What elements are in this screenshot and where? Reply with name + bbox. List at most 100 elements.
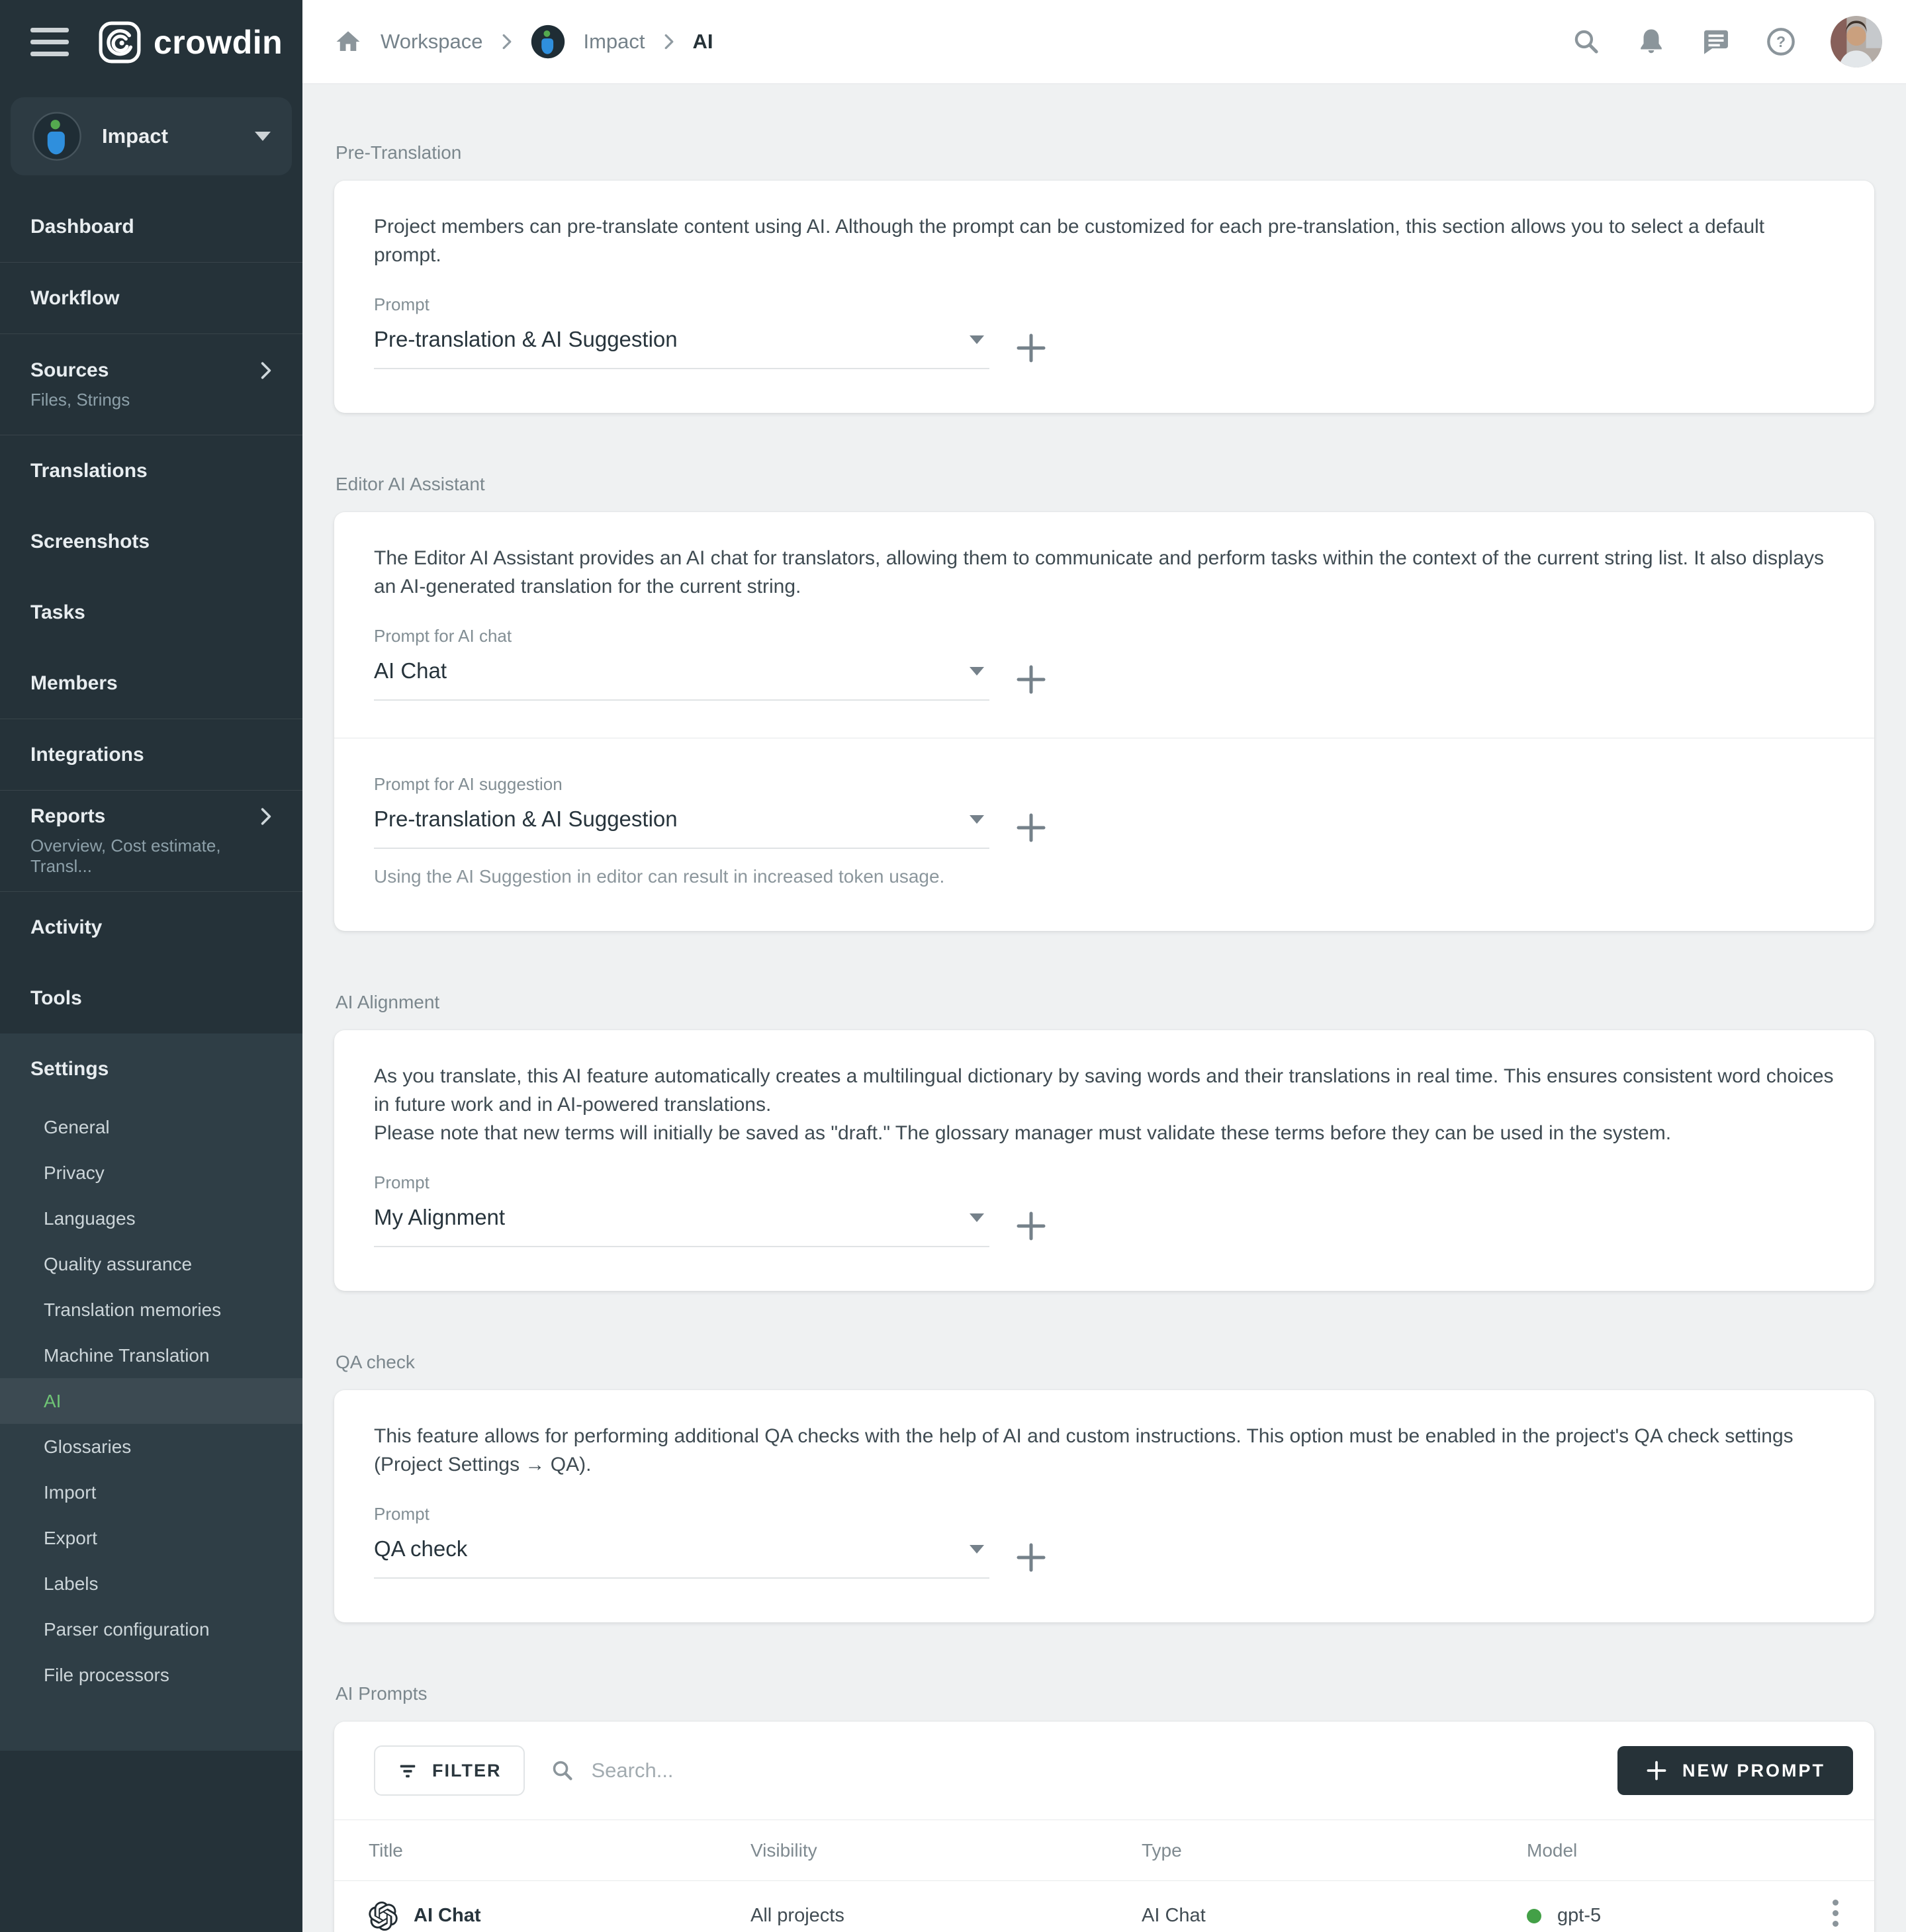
- qa-check-prompt-select[interactable]: QA check: [374, 1536, 989, 1579]
- sidebar-item-translations[interactable]: Translations: [0, 435, 302, 506]
- menu-icon[interactable]: [30, 21, 69, 64]
- svg-text:?: ?: [1776, 33, 1786, 50]
- sidebar-settings-item-export[interactable]: Export: [0, 1515, 302, 1561]
- search-icon: [550, 1758, 575, 1783]
- sidebar-item-screenshots[interactable]: Screenshots: [0, 506, 302, 577]
- breadcrumb-project[interactable]: Impact: [584, 30, 645, 54]
- ai-suggestion-prompt-select[interactable]: Pre-translation & AI Suggestion: [374, 807, 989, 849]
- sidebar-settings-item-translation-memories[interactable]: Translation memories: [0, 1287, 302, 1333]
- add-prompt-button[interactable]: [1016, 1211, 1046, 1241]
- section-title: Editor AI Assistant: [336, 474, 1874, 495]
- qa-check-card: This feature allows for performing addit…: [334, 1390, 1874, 1622]
- sidebar: crowdin Impact Dashboard Workflow Source…: [0, 0, 302, 1932]
- sidebar-item-integrations[interactable]: Integrations: [0, 719, 302, 790]
- add-prompt-button[interactable]: [1016, 664, 1046, 695]
- section-title: AI Alignment: [336, 992, 1874, 1013]
- notifications-icon[interactable]: [1636, 26, 1666, 57]
- add-prompt-button[interactable]: [1016, 1542, 1046, 1573]
- section-pre-translation: Pre-Translation Project members can pre-…: [334, 142, 1874, 413]
- chevron-down-icon: [970, 667, 984, 676]
- openai-icon: [369, 1902, 398, 1931]
- sidebar-item-sources[interactable]: Sources Files, Strings: [0, 334, 302, 435]
- section-title: AI Prompts: [336, 1683, 1874, 1704]
- sidebar-settings-item-languages[interactable]: Languages: [0, 1196, 302, 1241]
- section-description: As you translate, this AI feature automa…: [374, 1062, 1835, 1119]
- chevron-right-icon: [664, 33, 674, 50]
- sidebar-item-tasks[interactable]: Tasks: [0, 577, 302, 648]
- field-label: Prompt: [374, 1172, 1835, 1193]
- add-prompt-button[interactable]: [1016, 333, 1046, 363]
- breadcrumb-workspace[interactable]: Workspace: [381, 30, 483, 54]
- ai-alignment-card: As you translate, this AI feature automa…: [334, 1030, 1874, 1291]
- sidebar-settings-item-privacy[interactable]: Privacy: [0, 1150, 302, 1196]
- sidebar-item-reports[interactable]: Reports Overview, Cost estimate, Transl.…: [0, 791, 302, 891]
- sidebar-settings-item-general[interactable]: General: [0, 1104, 302, 1150]
- section-description: The Editor AI Assistant provides an AI c…: [374, 544, 1835, 601]
- breadcrumb: Workspace Impact AI: [334, 24, 1571, 59]
- chevron-down-icon: [255, 132, 271, 141]
- column-header: Title: [334, 1820, 750, 1881]
- table-header-row: TitleVisibilityTypeModel: [334, 1820, 1874, 1881]
- sidebar-settings-item-glossaries[interactable]: Glossaries: [0, 1424, 302, 1470]
- pre-translation-card: Project members can pre-translate conten…: [334, 181, 1874, 413]
- sidebar-settings-item-ai[interactable]: AI: [0, 1378, 302, 1424]
- sidebar-settings-item-quality-assurance[interactable]: Quality assurance: [0, 1241, 302, 1287]
- section-title: Pre-Translation: [336, 142, 1874, 163]
- column-header: Visibility: [750, 1820, 1142, 1881]
- filter-button[interactable]: FILTER: [374, 1745, 525, 1796]
- add-prompt-button[interactable]: [1016, 812, 1046, 843]
- column-header: Model: [1527, 1820, 1808, 1881]
- search-icon[interactable]: [1571, 26, 1602, 57]
- field-label: Prompt: [374, 1504, 1835, 1524]
- kebab-menu-icon[interactable]: [1817, 1888, 1854, 1932]
- sidebar-item-settings[interactable]: Settings: [0, 1033, 302, 1104]
- section-editor-ai-assistant: Editor AI Assistant The Editor AI Assist…: [334, 474, 1874, 931]
- section-ai-prompts: AI Prompts FILTER: [334, 1683, 1874, 1932]
- new-prompt-button[interactable]: NEW PROMPT: [1617, 1746, 1853, 1795]
- breadcrumb-page: AI: [693, 30, 713, 54]
- pre-translation-prompt-select[interactable]: Pre-translation & AI Suggestion: [374, 327, 989, 369]
- user-avatar[interactable]: [1831, 16, 1882, 67]
- section-qa-check: QA check This feature allows for perform…: [334, 1352, 1874, 1622]
- sidebar-settings-item-import[interactable]: Import: [0, 1470, 302, 1515]
- help-icon[interactable]: ?: [1766, 26, 1796, 57]
- sidebar-item-activity[interactable]: Activity: [0, 892, 302, 963]
- model-status-dot: [1527, 1909, 1541, 1923]
- sidebar-settings-group: Settings GeneralPrivacyLanguagesQuality …: [0, 1033, 302, 1751]
- chevron-down-icon: [970, 335, 984, 344]
- field-label: Prompt for AI suggestion: [374, 774, 1835, 795]
- project-avatar: [531, 24, 565, 59]
- sidebar-settings-item-parser-configuration[interactable]: Parser configuration: [0, 1606, 302, 1652]
- sidebar-header: crowdin: [0, 0, 302, 84]
- chevron-right-icon: [260, 807, 272, 826]
- chevron-right-icon: [502, 33, 512, 50]
- sidebar-settings-item-machine-translation[interactable]: Machine Translation: [0, 1333, 302, 1378]
- crowdin-logo-text: crowdin: [154, 23, 283, 62]
- chevron-right-icon: [260, 361, 272, 380]
- sidebar-item-workflow[interactable]: Workflow: [0, 263, 302, 333]
- project-selector[interactable]: Impact: [11, 97, 292, 175]
- messages-icon[interactable]: [1701, 26, 1731, 57]
- alignment-prompt-select[interactable]: My Alignment: [374, 1205, 989, 1247]
- sidebar-nav: Dashboard Workflow Sources Files, String…: [0, 191, 302, 1033]
- chevron-down-icon: [970, 1545, 984, 1554]
- sidebar-settings-item-labels[interactable]: Labels: [0, 1561, 302, 1606]
- field-label: Prompt: [374, 294, 1835, 315]
- sidebar-item-members[interactable]: Members: [0, 648, 302, 719]
- sidebar-item-dashboard[interactable]: Dashboard: [0, 191, 302, 262]
- column-header: Type: [1142, 1820, 1527, 1881]
- crowdin-logo-icon: [98, 21, 142, 64]
- ai-prompts-card: FILTER NEW PROMPT TitleVisibility: [334, 1722, 1874, 1932]
- sidebar-settings-item-file-processors[interactable]: File processors: [0, 1652, 302, 1698]
- chevron-down-icon: [970, 815, 984, 824]
- table-row[interactable]: AI Chat All projects AI Chat gpt-5: [334, 1881, 1874, 1932]
- main-content: Pre-Translation Project members can pre-…: [302, 0, 1906, 1932]
- home-icon[interactable]: [334, 28, 362, 56]
- plus-icon: [1645, 1759, 1668, 1782]
- ai-chat-prompt-select[interactable]: AI Chat: [374, 658, 989, 701]
- sidebar-item-tools[interactable]: Tools: [0, 963, 302, 1033]
- helper-text: Using the AI Suggestion in editor can re…: [374, 866, 1835, 887]
- crowdin-logo[interactable]: crowdin: [98, 21, 283, 64]
- filter-icon: [398, 1761, 418, 1780]
- search-input[interactable]: [591, 1759, 1592, 1782]
